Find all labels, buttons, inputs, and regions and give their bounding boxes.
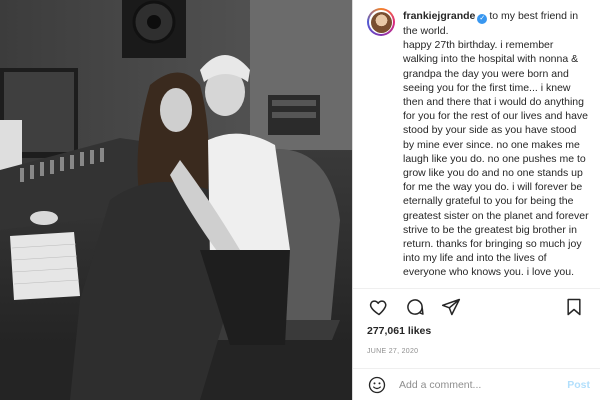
comment-icon <box>407 299 424 315</box>
paper-plane-icon <box>441 298 461 316</box>
post-photo[interactable] <box>0 0 352 400</box>
verified-badge-icon: ✓ <box>477 14 488 24</box>
post-date[interactable]: JUNE 27, 2020 <box>367 348 586 355</box>
comment-input[interactable] <box>397 377 568 392</box>
comment-bar: Post <box>353 368 600 400</box>
action-icon-row <box>367 289 586 325</box>
caption-body-text: happy 27th birthday. i remember walking … <box>403 39 589 279</box>
save-button[interactable] <box>562 295 586 319</box>
smiley-icon[interactable] <box>367 375 387 395</box>
caption-row: frankiejgrande ✓ to my best friend in the … <box>367 8 590 280</box>
caption-body: happy 27th birthday. i remember walking … <box>403 38 590 279</box>
studio-photo-illustration <box>0 0 352 400</box>
instagram-post-view: frankiejgrande ✓ to my best friend in the … <box>0 0 600 400</box>
avatar[interactable] <box>367 8 395 36</box>
like-button[interactable] <box>367 295 391 319</box>
like-count[interactable]: 277,061 likes <box>367 325 586 337</box>
username-link[interactable]: frankiejgrande <box>403 10 475 22</box>
post-comment-button[interactable]: Post <box>567 379 590 391</box>
caption-text: frankiejgrande ✓ to my best friend in the … <box>403 8 590 280</box>
post-side-panel: frankiejgrande ✓ to my best friend in the … <box>352 0 600 400</box>
avatar-image <box>370 11 392 33</box>
caption-area: frankiejgrande ✓ to my best friend in the … <box>353 0 600 288</box>
heart-icon <box>369 300 387 316</box>
avatar-ring-inner <box>369 10 393 34</box>
share-button[interactable] <box>439 295 463 319</box>
comment-button[interactable] <box>403 295 427 319</box>
post-actions: 277,061 likes JUNE 27, 2020 <box>353 288 600 368</box>
bookmark-icon <box>567 298 581 316</box>
